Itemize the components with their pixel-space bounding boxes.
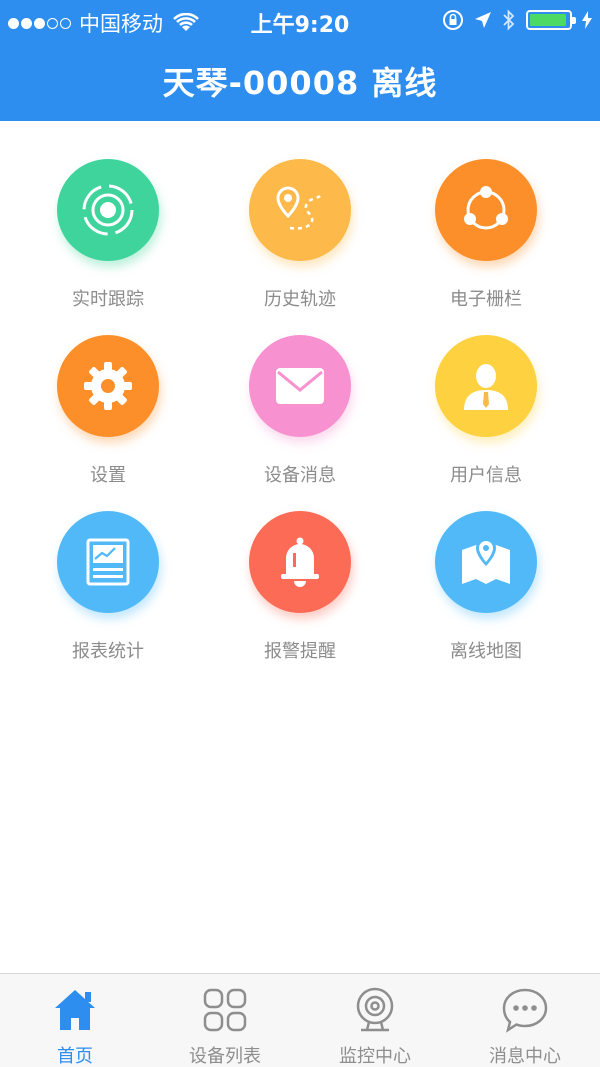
tile-history-track[interactable]: 历史轨迹	[200, 121, 400, 310]
alarm-reminder-circle[interactable]	[249, 511, 351, 613]
radar-icon	[82, 184, 134, 236]
signal-strength-icon	[8, 17, 73, 29]
bottom-tab-bar: 首页 设备列表 监控中心 消息中心	[0, 973, 600, 1067]
status-bar: 中国移动 上午9:20	[0, 0, 600, 40]
history-track-circle[interactable]	[249, 159, 351, 261]
reports-circle[interactable]	[57, 511, 159, 613]
carrier-name: 中国移动	[79, 12, 163, 36]
tile-device-messages[interactable]: 设备消息	[200, 297, 400, 486]
status-left: 中国移动	[8, 8, 199, 38]
tab-label: 消息中心	[489, 1046, 561, 1067]
tab-monitor-center[interactable]: 监控中心	[300, 974, 450, 1067]
tile-geofence[interactable]: 电子栅栏	[386, 121, 586, 310]
tile-alarm-reminder[interactable]: 报警提醒	[200, 473, 400, 662]
settings-circle[interactable]	[57, 335, 159, 437]
webcam-icon	[356, 987, 394, 1032]
chat-bubble-icon	[502, 988, 548, 1033]
tile-offline-map[interactable]: 离线地图	[386, 473, 586, 662]
tab-device-list[interactable]: 设备列表	[150, 974, 300, 1067]
battery-icon	[526, 10, 576, 30]
charging-icon	[582, 11, 592, 29]
bluetooth-icon	[503, 9, 515, 31]
tile-realtime-tracking[interactable]: 实时跟踪	[8, 121, 208, 310]
geofence-circle[interactable]	[435, 159, 537, 261]
tile-label: 报表统计	[72, 641, 144, 662]
user-info-circle[interactable]	[435, 335, 537, 437]
location-arrow-icon	[475, 12, 491, 28]
status-right	[442, 9, 592, 31]
report-chart-icon	[86, 538, 130, 586]
tile-user-info[interactable]: 用户信息	[386, 297, 586, 486]
bell-icon	[281, 537, 319, 587]
tab-home[interactable]: 首页	[0, 974, 150, 1067]
envelope-icon	[276, 368, 324, 404]
user-icon	[464, 364, 508, 410]
wifi-icon	[173, 13, 199, 31]
tab-message-center[interactable]: 消息中心	[450, 974, 600, 1067]
tile-settings[interactable]: 设置	[8, 297, 208, 486]
tab-label: 设备列表	[189, 1046, 261, 1067]
share-nodes-icon	[464, 186, 508, 230]
grid-squares-icon	[203, 988, 247, 1032]
device-messages-circle[interactable]	[249, 335, 351, 437]
route-pin-icon	[276, 186, 321, 230]
offline-map-circle[interactable]	[435, 511, 537, 613]
tab-label: 监控中心	[339, 1046, 411, 1067]
realtime-tracking-circle[interactable]	[57, 159, 159, 261]
tile-reports[interactable]: 报表统计	[8, 473, 208, 662]
tab-label: 首页	[57, 1046, 93, 1067]
tile-label: 离线地图	[450, 641, 522, 662]
home-icon	[55, 990, 95, 1030]
tile-label: 报警提醒	[264, 641, 336, 662]
map-pin-icon	[462, 538, 510, 584]
rotation-lock-icon	[443, 10, 463, 30]
page-title: 天琴-00008 离线	[162, 64, 438, 102]
gear-icon	[84, 362, 132, 410]
app-header: 中国移动 上午9:20 天琴-00008 离线	[0, 0, 600, 121]
